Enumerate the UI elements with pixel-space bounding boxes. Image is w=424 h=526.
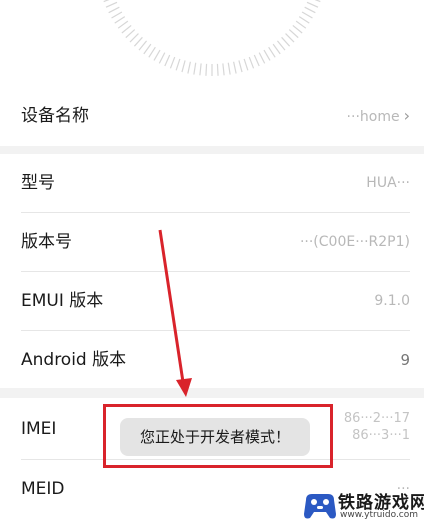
dial-tick — [243, 58, 249, 71]
site-watermark: 铁路游戏网 www.ytruido.com — [300, 486, 424, 526]
dial-tick — [253, 54, 260, 67]
dial-tick — [111, 11, 123, 19]
device-name-label: 设备名称 — [21, 106, 89, 126]
dial-tick — [175, 58, 181, 71]
dial-tick — [133, 36, 143, 47]
model-value: HUA··· — [366, 175, 410, 191]
dial-tick — [148, 46, 156, 58]
android-version-label: Android 版本 — [21, 350, 127, 370]
dial-tick — [222, 63, 225, 76]
imei-value-1: 86···2···17 — [343, 411, 410, 426]
dial-tick — [263, 49, 271, 61]
dial-tick — [298, 16, 310, 24]
dial-tick — [103, 0, 110, 3]
dial-tick — [153, 49, 161, 61]
dial-tick — [158, 52, 166, 64]
imei-value-2: 86···3···1 — [352, 428, 410, 443]
model-row: 型号 HUA··· — [0, 154, 424, 212]
device-name-value: ···home › — [347, 87, 410, 146]
dial-tick — [238, 60, 243, 73]
dial-tick — [199, 63, 202, 76]
dial-tick — [108, 6, 120, 14]
android-version-row: Android 版本 9 — [0, 331, 424, 389]
gamepad-logo-icon — [304, 494, 336, 519]
dial-tick — [169, 56, 176, 69]
imei-label: IMEI — [21, 419, 57, 439]
dial-tick — [276, 40, 286, 51]
emui-version-row: EMUI 版本 9.1.0 — [0, 272, 424, 330]
build-number-value: ···(C00E···R2P1) — [299, 234, 410, 250]
emui-version-value: 9.1.0 — [374, 293, 410, 309]
model-label: 型号 — [21, 173, 55, 193]
dial-tick — [105, 1, 118, 8]
chevron-right-icon: › — [403, 106, 410, 125]
dial-tick — [306, 1, 319, 8]
annotation-highlight-box — [103, 404, 333, 468]
dial-tick — [268, 46, 276, 58]
dial-tick — [292, 24, 303, 34]
dial-tick — [138, 40, 148, 51]
dial-tick — [288, 29, 299, 39]
imei-value: 86···2···17 86···3···1 — [344, 410, 410, 444]
dial-tick — [301, 11, 313, 19]
meid-label: MEID — [21, 479, 65, 499]
dial-tick — [227, 62, 231, 75]
storage-dial-graphic — [103, 0, 321, 76]
dial-tick — [125, 29, 136, 39]
dial-tick — [258, 52, 266, 64]
device-name-row[interactable]: 设备名称 ···home › — [0, 87, 424, 145]
dial-tick — [216, 63, 219, 76]
dial-tick — [314, 0, 321, 3]
dial-tick — [295, 20, 307, 29]
dial-tick — [193, 62, 197, 75]
dial-tick — [233, 61, 237, 74]
dial-tick — [164, 54, 171, 67]
dial-tick — [187, 61, 191, 74]
android-version-value: 9 — [400, 351, 410, 369]
dial-tick — [181, 60, 186, 73]
dial-tick — [281, 36, 291, 47]
watermark-url: www.ytruido.com — [340, 510, 419, 520]
dial-tick — [117, 20, 129, 29]
dial-tick — [304, 6, 316, 14]
build-number-label: 版本号 — [21, 232, 72, 252]
build-number-row[interactable]: 版本号 ···(C00E···R2P1) — [0, 213, 424, 271]
dial-tick — [114, 16, 126, 24]
dial-tick — [121, 24, 132, 34]
dial-tick — [205, 63, 208, 76]
emui-version-label: EMUI 版本 — [21, 291, 104, 311]
dial-tick — [285, 33, 295, 43]
device-info-card: 型号 HUA··· 版本号 ···(C00E···R2P1) EMUI 版本 9… — [0, 154, 424, 388]
dial-tick — [143, 43, 152, 55]
device-header-area: 设备名称 ···home › — [0, 0, 424, 146]
dial-tick — [129, 33, 139, 43]
dial-tick — [248, 56, 255, 69]
dial-tick — [272, 43, 281, 55]
